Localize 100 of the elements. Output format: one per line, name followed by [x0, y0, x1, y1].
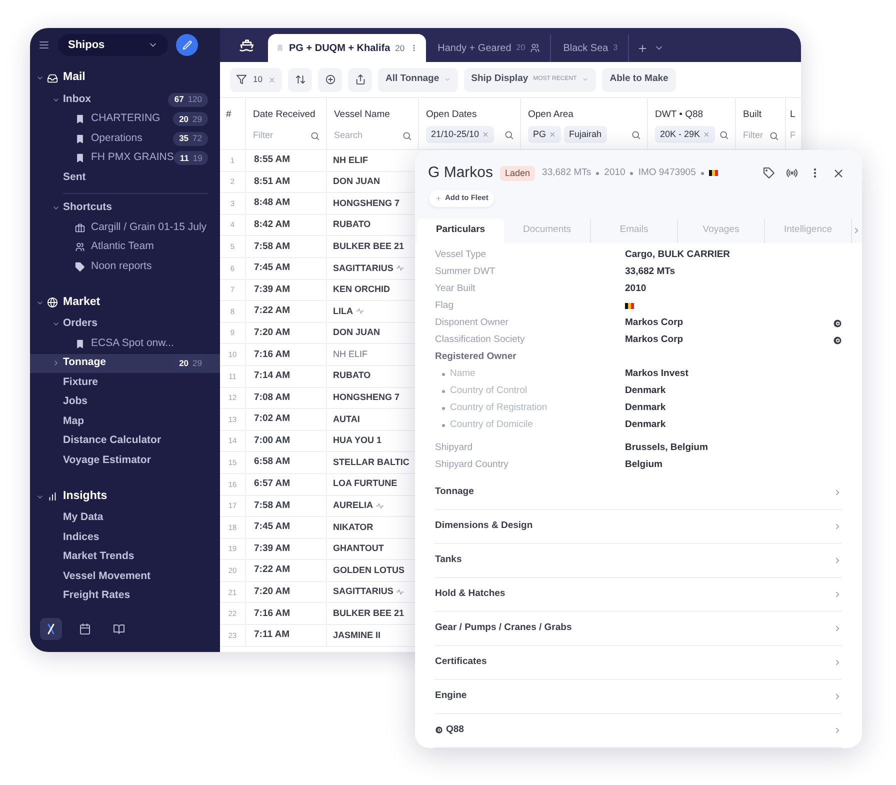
- table-cell-text: RUBATO: [333, 369, 371, 382]
- book-icon: [113, 623, 125, 635]
- search-icon[interactable]: [631, 130, 641, 140]
- remove-icon[interactable]: [482, 131, 490, 138]
- nav-item[interactable]: Shortcuts: [30, 198, 220, 218]
- filter-button[interactable]: 10: [230, 68, 282, 92]
- nav-item[interactable]: CHARTERING 20 29: [30, 110, 220, 129]
- nav-item[interactable]: Map: [30, 412, 220, 432]
- tab[interactable]: Black Sea 3: [553, 34, 629, 62]
- collapsible-section[interactable]: Q88: [435, 714, 842, 748]
- collapsible-section[interactable]: Tonnage: [435, 476, 842, 510]
- search-icon[interactable]: [504, 130, 514, 140]
- collapsible-section[interactable]: Engine: [435, 680, 842, 714]
- nav-item[interactable]: Atlantic Team: [30, 238, 220, 257]
- nav-item[interactable]: Market Trends: [30, 548, 220, 567]
- search-icon[interactable]: [402, 131, 412, 141]
- field-value: Markos Corp: [625, 316, 684, 330]
- table-cell: 7:16 AM: [254, 606, 290, 621]
- collapsible-section[interactable]: Certificates: [435, 646, 842, 680]
- add-button[interactable]: [318, 68, 342, 92]
- table-cell-text: 8:51 AM: [254, 174, 290, 189]
- nav-item[interactable]: Operations 35 72: [30, 129, 220, 148]
- count-badge: 67 120: [168, 92, 208, 107]
- bookmark-icon: [75, 134, 85, 144]
- chevron-right-icon[interactable]: [852, 226, 861, 235]
- filter-chip[interactable]: PG: [528, 126, 562, 144]
- nav-item[interactable]: Noon reports: [30, 257, 220, 276]
- section-header[interactable]: Market: [30, 290, 220, 314]
- collapsible-section[interactable]: Tanks: [435, 544, 842, 578]
- tab[interactable]: Handy + Geared 20: [428, 34, 552, 62]
- search-icon[interactable]: [310, 131, 320, 141]
- remove-icon[interactable]: [549, 131, 556, 138]
- field-label: Country of Control: [450, 384, 528, 398]
- people-icon: [75, 242, 85, 252]
- field-value: Denmark: [625, 400, 666, 415]
- filter-chip[interactable]: 21/10-25/10: [426, 126, 494, 144]
- field-label: Summer DWT: [435, 264, 496, 279]
- field-value: 33,682 MTs: [625, 264, 675, 279]
- nav-item[interactable]: Vessel Movement: [30, 567, 220, 586]
- chevron-right-icon: [833, 488, 842, 496]
- table-cell-text: KEN ORCHID: [333, 283, 390, 296]
- nav-item[interactable]: Sent: [30, 168, 220, 188]
- search-icon[interactable]: [719, 130, 729, 140]
- collapsible-section[interactable]: Gear / Pumps / Cranes / Grabs: [435, 612, 842, 646]
- broadcast-icon[interactable]: [786, 167, 798, 180]
- nav-item[interactable]: Orders: [30, 314, 220, 334]
- nav-item[interactable]: Freight Rates: [30, 586, 220, 606]
- nav-item[interactable]: ECSA Spot onw...: [30, 334, 220, 354]
- q88-logo-icon[interactable]: [833, 336, 842, 344]
- add-icon: [324, 74, 336, 85]
- column-filter-field[interactable]: Filter: [743, 129, 767, 143]
- ship-icon[interactable]: [239, 37, 255, 53]
- bookmark-icon: [75, 114, 85, 124]
- pulse-icon: [396, 264, 404, 272]
- x-mark-button[interactable]: [40, 618, 62, 640]
- pulse-icon: [376, 502, 384, 510]
- nav-item[interactable]: Tonnage 20 29: [30, 354, 220, 373]
- collapsible-section[interactable]: Hold & Hatches: [435, 578, 842, 612]
- caret-icon[interactable]: [52, 359, 60, 368]
- collapsible-section[interactable]: Dimensions & Design: [435, 510, 842, 544]
- chevron-right-icon: [833, 692, 842, 700]
- nav-item[interactable]: Indices: [30, 528, 220, 548]
- nav-item[interactable]: Inbox 67 120: [30, 90, 220, 110]
- sort-button[interactable]: [288, 68, 312, 92]
- add-tab-icon[interactable]: [636, 42, 648, 54]
- count-badge: 35 72: [173, 132, 208, 146]
- tab[interactable]: PG + DUQM + Khalifa 20: [268, 34, 426, 62]
- nav-item[interactable]: My Data: [30, 508, 220, 528]
- nav-item[interactable]: Fixture: [30, 373, 220, 392]
- caret-icon[interactable]: [36, 74, 44, 82]
- tag-icon[interactable]: [763, 167, 775, 180]
- column-filter-field[interactable]: Filter: [253, 129, 308, 143]
- nav-item[interactable]: FH PMX GRAINS 11 19: [30, 148, 220, 168]
- menu-icon[interactable]: [38, 39, 50, 51]
- q88-logo-icon[interactable]: [833, 318, 842, 328]
- table-cell: 7:39 AM: [254, 282, 290, 297]
- column-header: Date Received: [253, 108, 316, 122]
- field-label: Vessel Type: [435, 248, 488, 262]
- column-filter-field[interactable]: Search: [334, 129, 400, 143]
- nav-item[interactable]: Voyage Estimator: [30, 451, 220, 470]
- section-header[interactable]: Insights: [30, 484, 220, 508]
- share-button[interactable]: [348, 68, 372, 92]
- remove-icon[interactable]: [703, 131, 710, 138]
- workspace-dropdown[interactable]: Shipos: [58, 34, 168, 56]
- compose-button[interactable]: [176, 34, 198, 56]
- nav-item[interactable]: Cargill / Grain 01-15 July: [30, 218, 220, 238]
- nav-item[interactable]: Jobs: [30, 392, 220, 412]
- column-filter-field[interactable]: F: [790, 129, 800, 143]
- table-cell-text: BULKER BEE 21: [333, 240, 404, 253]
- search-icon[interactable]: [769, 131, 779, 141]
- close-icon[interactable]: [832, 166, 845, 180]
- table-cell-text: SAGITTARIUS: [333, 262, 394, 275]
- filter-chip[interactable]: 20K - 29K: [655, 126, 716, 144]
- able-to-make-button[interactable]: Able to Make: [602, 68, 676, 92]
- section-header[interactable]: Mail: [30, 66, 220, 90]
- filter-chip[interactable]: Fujairah: [564, 126, 607, 144]
- table-cell-text: STELLAR BALTIC: [333, 456, 410, 469]
- tab[interactable]: Particulars: [417, 218, 504, 242]
- dropdown[interactable]: All Tonnage: [378, 68, 458, 92]
- nav-item[interactable]: Distance Calculator: [30, 432, 220, 451]
